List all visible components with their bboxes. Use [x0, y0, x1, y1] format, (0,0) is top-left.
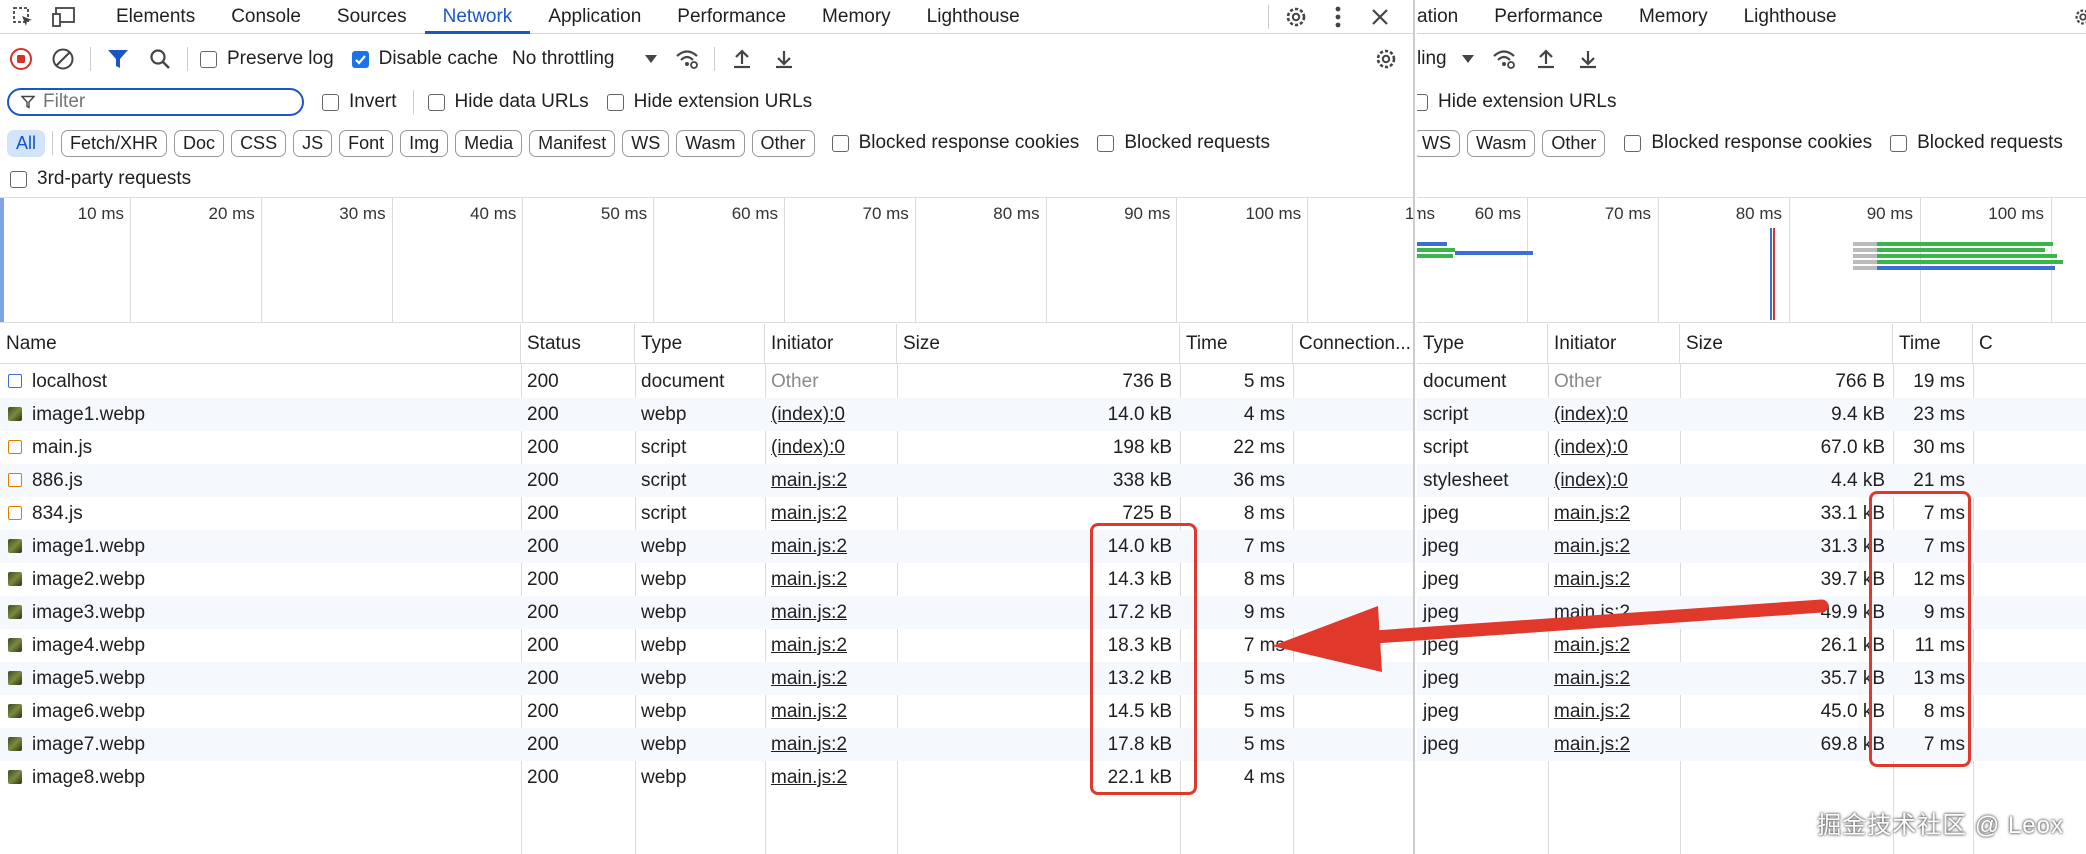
- comparison-arrow: [1272, 599, 1829, 672]
